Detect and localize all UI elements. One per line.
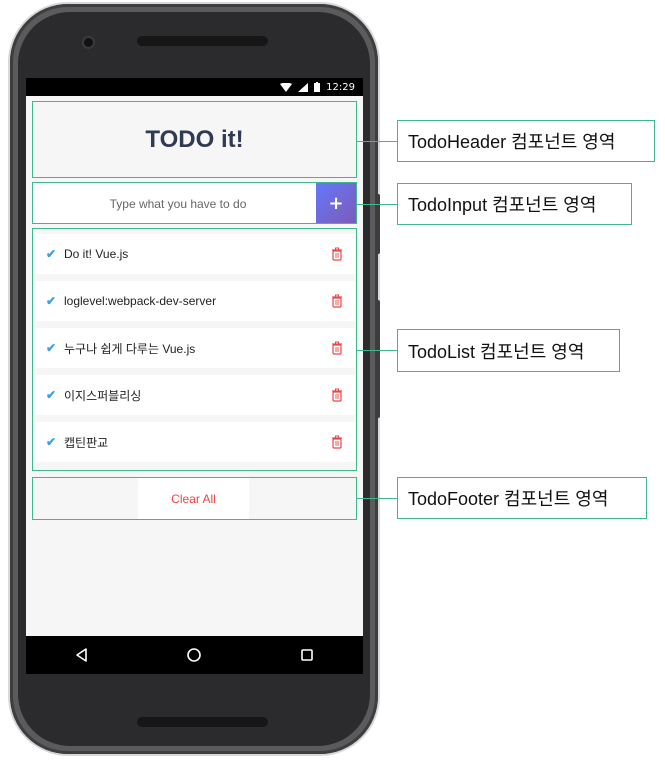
todo-text: 누구나 쉽게 다루는 Vue.js: [64, 341, 196, 356]
volume-button: [376, 194, 380, 254]
status-time: 12:29: [326, 81, 355, 93]
wifi-icon: [280, 82, 293, 92]
bottom-speaker: [137, 717, 268, 727]
todo-header: TODO it!: [32, 101, 357, 178]
check-icon[interactable]: ✔: [46, 435, 60, 449]
clear-all-button[interactable]: Clear All: [138, 478, 249, 519]
trash-icon[interactable]: [331, 294, 343, 308]
callout-footer: TodoFooter 컴포넌트 영역: [397, 477, 647, 519]
todo-list: ✔ Do it! Vue.js ✔ loglevel:webpack-dev-s…: [32, 228, 357, 471]
todo-item: ✔ 캡틴판교: [35, 422, 355, 462]
todo-item: ✔ loglevel:webpack-dev-server: [35, 281, 355, 321]
check-icon[interactable]: ✔: [46, 247, 60, 261]
todo-text: loglevel:webpack-dev-server: [64, 294, 217, 308]
back-nav-icon[interactable]: [74, 647, 90, 663]
trash-icon[interactable]: [331, 341, 343, 355]
top-speaker: [137, 36, 268, 46]
check-icon[interactable]: ✔: [46, 341, 60, 355]
power-button: [376, 300, 380, 418]
callout-list: TodoList 컴포넌트 영역: [397, 329, 620, 372]
signal-icon: [298, 82, 309, 92]
status-bar: 12:29: [26, 78, 363, 96]
callout-connector: [357, 498, 397, 499]
trash-icon[interactable]: [331, 388, 343, 402]
todo-text: Do it! Vue.js: [64, 247, 129, 261]
todo-text: 이지스퍼블리싱: [64, 388, 142, 403]
todo-input[interactable]: [41, 187, 315, 221]
todo-input-area: +: [32, 182, 357, 224]
todo-text: 캡틴판교: [64, 435, 109, 450]
todo-item: ✔ 누구나 쉽게 다루는 Vue.js: [35, 328, 355, 368]
callout-connector: [357, 204, 397, 205]
callout-connector: [357, 350, 397, 351]
todo-footer: Clear All: [32, 477, 357, 520]
android-nav-bar: [26, 636, 363, 674]
add-todo-button[interactable]: +: [316, 183, 356, 223]
trash-icon[interactable]: [331, 247, 343, 261]
todo-item: ✔ 이지스퍼블리싱: [35, 375, 355, 415]
callout-connector: [357, 141, 397, 142]
callout-header: TodoHeader 컴포넌트 영역: [397, 120, 655, 162]
battery-icon: [314, 82, 321, 92]
callout-input: TodoInput 컴포넌트 영역: [397, 183, 632, 225]
recents-nav-icon[interactable]: [299, 647, 315, 663]
todo-item: ✔ Do it! Vue.js: [35, 234, 355, 274]
check-icon[interactable]: ✔: [46, 294, 60, 308]
page-title: TODO it!: [145, 125, 244, 153]
front-camera: [84, 38, 93, 47]
home-nav-icon[interactable]: [186, 647, 202, 663]
plus-icon: +: [328, 192, 344, 214]
check-icon[interactable]: ✔: [46, 388, 60, 402]
trash-icon[interactable]: [331, 435, 343, 449]
